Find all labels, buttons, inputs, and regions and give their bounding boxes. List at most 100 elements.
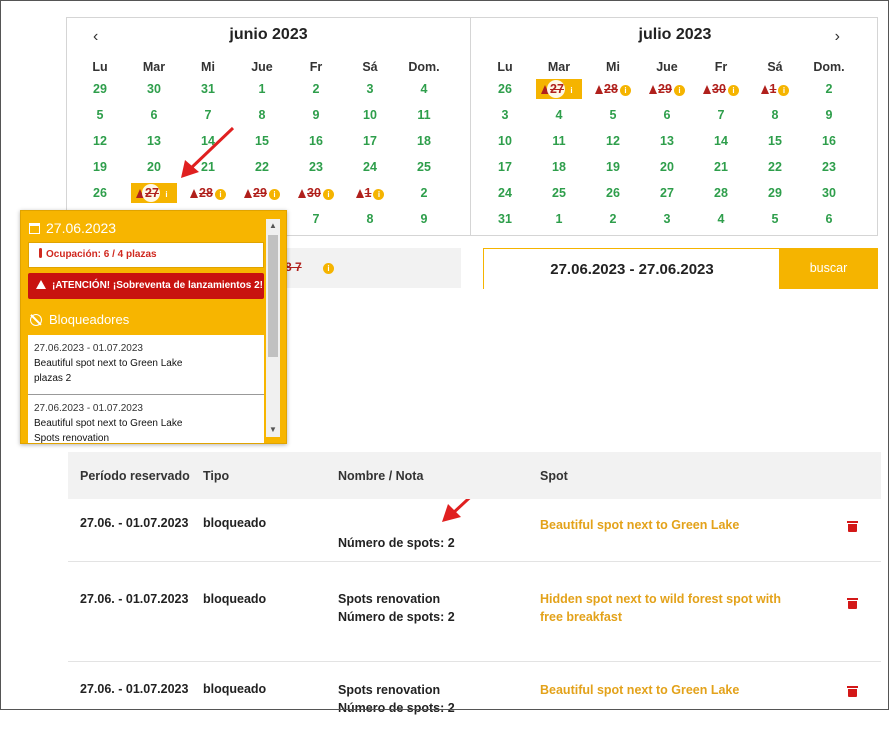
- calendar-day[interactable]: 16: [802, 131, 856, 151]
- info-icon[interactable]: i: [673, 85, 685, 96]
- calendar-day[interactable]: 5: [748, 209, 802, 229]
- calendar-day[interactable]: 13: [640, 131, 694, 151]
- blocker-item[interactable]: 27.06.2023 - 01.07.2023 Beautiful spot n…: [28, 395, 264, 443]
- calendar-day[interactable]: 15: [235, 131, 289, 151]
- calendar-day[interactable]: 30: [127, 79, 181, 99]
- calendar-day[interactable]: 28 i: [181, 183, 235, 203]
- calendar-day[interactable]: 23: [289, 157, 343, 177]
- calendar-day[interactable]: 1: [235, 79, 289, 99]
- calendar-day[interactable]: 10: [478, 131, 532, 151]
- calendar-day[interactable]: 25: [397, 157, 451, 177]
- calendar-day[interactable]: 7: [289, 209, 343, 229]
- calendar-day[interactable]: 8: [748, 105, 802, 125]
- calendar-day[interactable]: 26: [586, 183, 640, 203]
- calendar-day[interactable]: 29: [73, 79, 127, 99]
- date-range-field[interactable]: 27.06.2023 - 27.06.2023: [483, 248, 780, 289]
- calendar-day[interactable]: 30: [802, 183, 856, 203]
- calendar-day[interactable]: 16: [289, 131, 343, 151]
- calendar-day[interactable]: 17: [478, 157, 532, 177]
- calendar-day[interactable]: 10: [343, 105, 397, 125]
- calendar-day[interactable]: 2: [802, 79, 856, 99]
- calendar-day[interactable]: 1i: [343, 183, 397, 203]
- calendar-day-selected[interactable]: 27 i: [131, 183, 177, 203]
- calendar-day[interactable]: 30 i: [694, 79, 748, 99]
- calendar-day[interactable]: 12: [586, 131, 640, 151]
- calendar-day[interactable]: 2: [289, 79, 343, 99]
- scroll-down-arrow-icon[interactable]: ▼: [266, 423, 280, 437]
- trash-icon[interactable]: [847, 686, 858, 697]
- info-icon[interactable]: i: [778, 85, 790, 96]
- calendar-day[interactable]: 20: [127, 157, 181, 177]
- calendar-day[interactable]: 6: [127, 105, 181, 125]
- calendar-day[interactable]: 1i: [748, 79, 802, 99]
- calendar-day[interactable]: 3: [343, 79, 397, 99]
- calendar-day[interactable]: 14: [694, 131, 748, 151]
- calendar-day[interactable]: 13: [127, 131, 181, 151]
- calendar-day[interactable]: 2: [397, 183, 451, 203]
- info-icon[interactable]: i: [268, 189, 280, 200]
- calendar-day[interactable]: 3: [640, 209, 694, 229]
- calendar-day[interactable]: 25: [532, 183, 586, 203]
- calendar-day[interactable]: 12: [73, 131, 127, 151]
- calendar-day[interactable]: 18: [397, 131, 451, 151]
- calendar-day[interactable]: 6: [640, 105, 694, 125]
- calendar-day[interactable]: 29 i: [640, 79, 694, 99]
- calendar-day[interactable]: 30 i: [289, 183, 343, 203]
- calendar-day[interactable]: 11: [397, 105, 451, 125]
- calendar-day[interactable]: 24: [478, 183, 532, 203]
- calendar-day[interactable]: 1: [532, 209, 586, 229]
- calendar-day[interactable]: 23: [802, 157, 856, 177]
- trash-icon[interactable]: [847, 598, 858, 609]
- calendar-day[interactable]: 17: [343, 131, 397, 151]
- search-button[interactable]: buscar: [779, 248, 878, 289]
- calendar-day-selected[interactable]: 27 i: [536, 79, 582, 99]
- calendar-day[interactable]: 8: [235, 105, 289, 125]
- next-month-chevron-icon[interactable]: ›: [835, 29, 840, 45]
- calendar-day[interactable]: 15: [748, 131, 802, 151]
- calendar-day[interactable]: 4: [532, 105, 586, 125]
- info-icon[interactable]: i: [214, 189, 226, 200]
- calendar-day[interactable]: 31: [478, 209, 532, 229]
- calendar-day[interactable]: 28 i: [586, 79, 640, 99]
- calendar-day[interactable]: 8: [343, 209, 397, 229]
- calendar-day[interactable]: 31: [181, 79, 235, 99]
- info-icon[interactable]: i: [565, 85, 577, 96]
- scroll-up-arrow-icon[interactable]: ▲: [266, 219, 280, 233]
- calendar-day[interactable]: 19: [586, 157, 640, 177]
- info-icon[interactable]: i: [323, 263, 335, 274]
- calendar-day[interactable]: 2: [586, 209, 640, 229]
- calendar-day[interactable]: 18: [532, 157, 586, 177]
- info-icon[interactable]: i: [727, 85, 739, 96]
- info-icon[interactable]: i: [373, 189, 385, 200]
- calendar-day[interactable]: 29 i: [235, 183, 289, 203]
- calendar-day[interactable]: 22: [235, 157, 289, 177]
- spot-link-line2[interactable]: free breakfast: [540, 608, 820, 626]
- spot-link[interactable]: Beautiful spot next to Green Lake: [540, 681, 820, 699]
- calendar-day[interactable]: 11: [532, 131, 586, 151]
- calendar-day[interactable]: 20: [640, 157, 694, 177]
- trash-icon[interactable]: [847, 521, 858, 532]
- calendar-day[interactable]: 19: [73, 157, 127, 177]
- calendar-day[interactable]: 28: [694, 183, 748, 203]
- calendar-day[interactable]: 6: [802, 209, 856, 229]
- calendar-day[interactable]: 9: [802, 105, 856, 125]
- calendar-day[interactable]: 7: [694, 105, 748, 125]
- calendar-day[interactable]: 4: [694, 209, 748, 229]
- calendar-day[interactable]: 27: [640, 183, 694, 203]
- calendar-day[interactable]: 22: [748, 157, 802, 177]
- calendar-day[interactable]: 4: [397, 79, 451, 99]
- info-icon[interactable]: i: [160, 189, 172, 200]
- scroll-thumb[interactable]: [268, 235, 278, 357]
- blocker-item[interactable]: 27.06.2023 - 01.07.2023 Beautiful spot n…: [28, 335, 264, 395]
- calendar-day[interactable]: 5: [73, 105, 127, 125]
- calendar-day[interactable]: 26: [73, 183, 127, 203]
- calendar-day[interactable]: 29: [748, 183, 802, 203]
- calendar-day[interactable]: 5: [586, 105, 640, 125]
- info-icon[interactable]: i: [619, 85, 631, 96]
- calendar-day[interactable]: 9: [397, 209, 451, 229]
- calendar-day[interactable]: 24: [343, 157, 397, 177]
- spot-link[interactable]: Beautiful spot next to Green Lake: [540, 516, 820, 534]
- popup-scrollbar[interactable]: ▲ ▼: [266, 219, 280, 437]
- calendar-day[interactable]: 3: [478, 105, 532, 125]
- spot-link[interactable]: Hidden spot next to wild forest spot wit…: [540, 590, 820, 608]
